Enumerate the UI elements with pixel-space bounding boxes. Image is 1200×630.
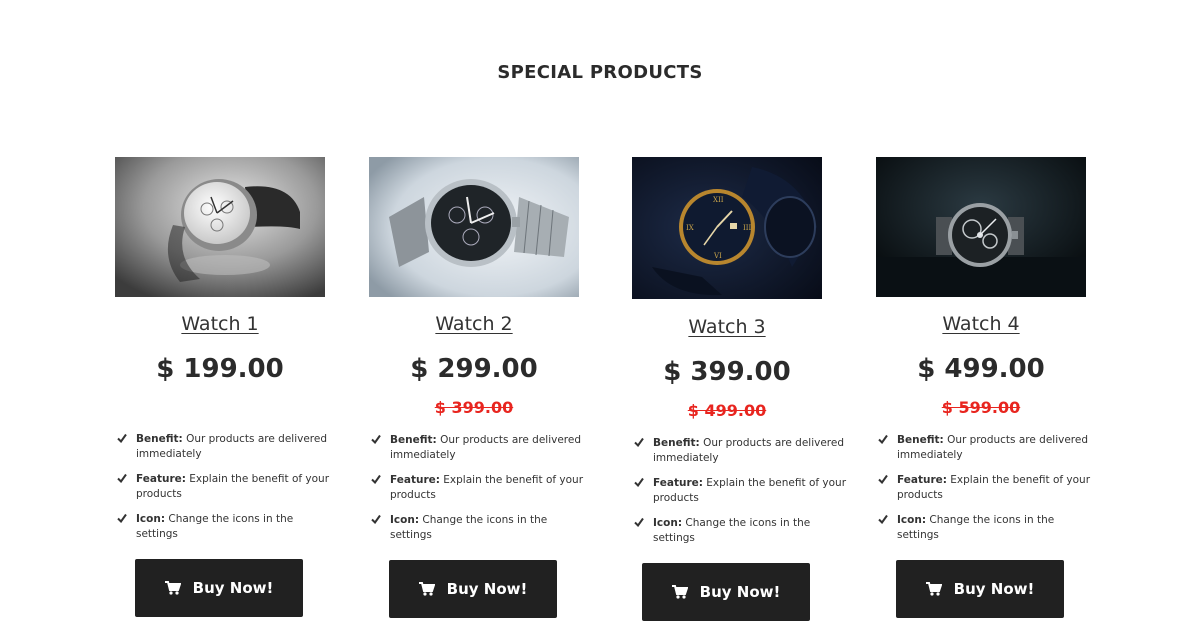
check-icon [878,434,888,444]
feature-item-feature: Feature: Explain the benefit of your pro… [369,473,584,503]
check-icon [878,474,888,484]
feature-label: Feature: [390,474,440,486]
feature-item-feature: Feature: Explain the benefit of your pro… [632,476,847,506]
product-price: $ 399.00 [663,357,791,387]
product-price: $ 499.00 [917,354,1045,384]
check-icon [634,517,644,527]
feature-list: Benefit: Our products are delivered imme… [369,433,584,553]
feature-label: Benefit: [897,434,944,446]
svg-text:XII: XII [713,196,724,204]
buy-now-label: Buy Now! [192,579,274,597]
product-image-watch-2[interactable] [369,157,579,297]
feature-item-benefit: Benefit: Our products are delivered imme… [632,436,847,466]
feature-item-feature: Feature: Explain the benefit of your pro… [115,472,330,502]
product-image-watch-3[interactable]: XII III VI IX [632,157,822,299]
svg-text:IX: IX [686,224,694,232]
product-title[interactable]: Watch 4 [876,313,1086,335]
svg-text:III: III [743,224,752,232]
check-icon [117,513,127,523]
feature-item-benefit: Benefit: Our products are delivered imme… [369,433,584,463]
product-title[interactable]: Watch 2 [369,313,579,335]
buy-now-label: Buy Now! [953,580,1035,598]
cart-icon [418,582,435,596]
check-icon [117,433,127,443]
product-old-price: $ 599.00 [941,398,1021,417]
check-icon [878,514,888,524]
product-price: $ 199.00 [156,354,284,384]
feature-label: Icon: [653,517,683,529]
svg-text:VI: VI [713,252,722,260]
check-icon [634,477,644,487]
buy-now-button[interactable]: Buy Now! [642,563,810,621]
buy-now-button[interactable]: Buy Now! [135,559,303,617]
feature-list: Benefit: Our products are delivered imme… [876,433,1091,553]
product-title[interactable]: Watch 3 [622,316,832,338]
feature-label: Benefit: [136,433,183,445]
check-icon [117,473,127,483]
feature-item-icon: Icon: Change the icons in the settings [876,513,1091,543]
product-image-watch-1[interactable] [115,157,325,297]
feature-label: Feature: [653,477,703,489]
buy-now-button[interactable]: Buy Now! [389,560,557,618]
check-icon [634,437,644,447]
cart-icon [671,585,688,599]
cart-icon [164,581,181,595]
product-card-watch-1: Watch 1 $ 199.00 Benefit: Our products a… [115,157,369,627]
feature-item-benefit: Benefit: Our products are delivered imme… [876,433,1091,463]
check-icon [371,474,381,484]
buy-now-label: Buy Now! [699,583,781,601]
section-title: SPECIAL PRODUCTS [497,62,703,83]
check-icon [371,434,381,444]
product-old-price: $ 399.00 [434,398,514,417]
feature-item-benefit: Benefit: Our products are delivered imme… [115,432,330,462]
feature-label: Benefit: [653,437,700,449]
buy-now-label: Buy Now! [446,580,528,598]
product-old-price: $ 499.00 [687,401,767,420]
feature-item-icon: Icon: Change the icons in the settings [632,516,847,546]
feature-item-feature: Feature: Explain the benefit of your pro… [876,473,1091,503]
feature-label: Feature: [897,474,947,486]
feature-item-icon: Icon: Change the icons in the settings [115,512,330,542]
product-image-watch-4[interactable] [876,157,1086,297]
product-title[interactable]: Watch 1 [115,313,325,335]
feature-label: Benefit: [390,434,437,446]
feature-list: Benefit: Our products are delivered imme… [632,436,847,556]
product-card-watch-3: XII III VI IX Watch 3 $ 399.00 $ 499.00 Ben… [632,157,886,627]
feature-item-icon: Icon: Change the icons in the settings [369,513,584,543]
feature-label: Icon: [897,514,927,526]
product-price: $ 299.00 [410,354,538,384]
product-card-watch-2: Watch 2 $ 299.00 $ 399.00 Benefit: Our p… [369,157,623,627]
feature-list: Benefit: Our products are delivered imme… [115,432,330,552]
cart-icon [925,582,942,596]
feature-label: Icon: [136,513,166,525]
feature-label: Feature: [136,473,186,485]
product-card-watch-4: Watch 4 $ 499.00 $ 599.00 Benefit: Our p… [876,157,1130,627]
check-icon [371,514,381,524]
buy-now-button[interactable]: Buy Now! [896,560,1064,618]
feature-label: Icon: [390,514,420,526]
